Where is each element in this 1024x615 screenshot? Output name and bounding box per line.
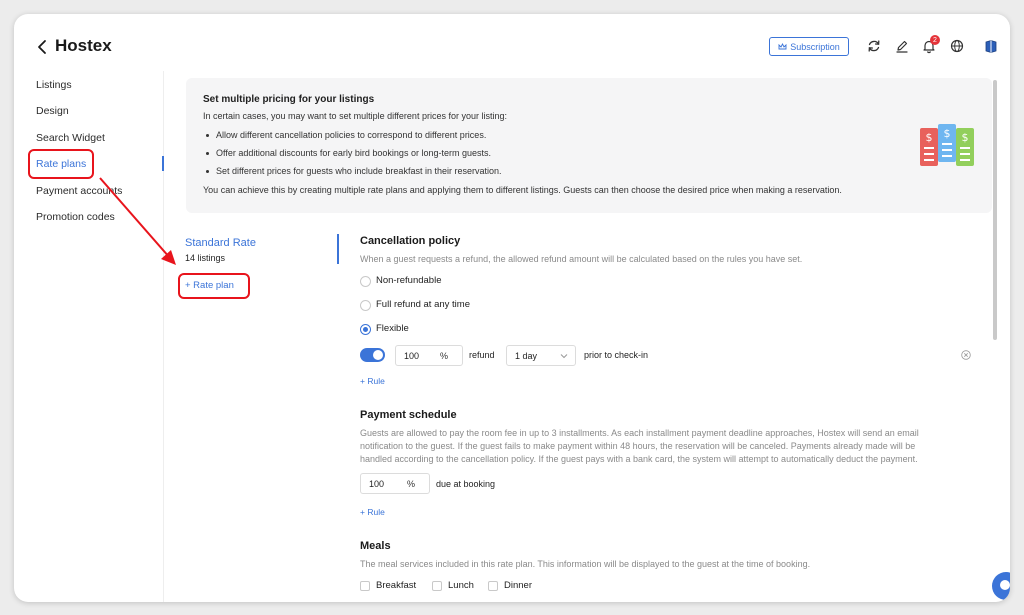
subscription-button[interactable]: Subscription (769, 37, 849, 56)
radio-label: Full refund at any time (376, 299, 470, 310)
booking-percent-unit: % (406, 479, 415, 489)
rate-plan-standard[interactable]: Standard Rate (185, 237, 256, 249)
refund-percent-input[interactable]: 100 % (395, 345, 463, 366)
vertical-scrollbar[interactable] (993, 80, 997, 340)
page-title: Hostex (55, 36, 112, 55)
meals-title: Meals (360, 540, 391, 552)
due-at-booking-label: due at booking (436, 479, 496, 489)
add-cancellation-rule-button[interactable]: + Rule (360, 376, 385, 386)
info-bullet: Offer additional discounts for early bir… (216, 148, 491, 158)
radio-label: Flexible (376, 323, 409, 334)
refund-period-value: 1 day (515, 351, 538, 361)
sidebar-item-payment-accounts[interactable]: Payment accounts (36, 185, 122, 197)
chat-support-button[interactable] (992, 572, 1010, 600)
cancellation-title: Cancellation policy (360, 235, 461, 247)
svg-text:$: $ (962, 131, 969, 144)
active-nav-indicator (162, 156, 164, 171)
sidebar-item-promotion-codes[interactable]: Promotion codes (36, 211, 115, 223)
info-title: Set multiple pricing for your listings (203, 94, 375, 105)
radio-non-refundable[interactable] (360, 276, 371, 287)
book-icon[interactable] (983, 38, 999, 54)
payment-title: Payment schedule (360, 409, 457, 421)
back-chevron-icon[interactable] (34, 38, 50, 56)
refund-period-select[interactable]: 1 day (506, 345, 576, 366)
info-card: Set multiple pricing for your listings I… (186, 78, 992, 213)
subscription-label: Subscription (790, 41, 840, 52)
prior-to-checkin-label: prior to check-in (584, 350, 649, 360)
payment-description-line: handled according to the cancellation po… (360, 454, 918, 464)
rate-plan-listing-count: 14 listings (185, 253, 226, 263)
info-bullet: Set different prices for guests who incl… (216, 166, 502, 176)
info-intro: In certain cases, you may want to set mu… (203, 111, 507, 121)
bullet-dot (206, 170, 209, 173)
payment-description-line: Guests are allowed to pay the room fee i… (360, 428, 919, 438)
refresh-icon[interactable] (866, 38, 882, 54)
remove-rule-icon[interactable] (961, 350, 971, 360)
rule-toggle[interactable] (360, 348, 385, 362)
bullet-dot (206, 152, 209, 155)
annotation-highlight-add-rate-plan (178, 273, 250, 299)
svg-text:$: $ (926, 131, 933, 144)
chevron-down-icon (560, 354, 568, 359)
add-payment-rule-button[interactable]: + Rule (360, 507, 385, 517)
booking-percent-input[interactable]: 100 % (360, 473, 430, 494)
checkbox-dinner[interactable] (488, 581, 498, 591)
svg-text:$: $ (944, 127, 951, 140)
sidebar-item-design[interactable]: Design (36, 105, 69, 117)
meals-description: The meal services included in this rate … (360, 559, 811, 569)
cancellation-description: When a guest requests a refund, the allo… (360, 254, 803, 264)
crown-icon (778, 42, 787, 49)
refund-percent-unit: % (439, 351, 448, 361)
annotation-highlight-rate-plans (28, 149, 94, 179)
payment-description-line: notification to the guest. If the guest … (360, 441, 916, 451)
info-outro: You can achieve this by creating multipl… (203, 185, 842, 195)
sidebar-item-listings[interactable]: Listings (36, 79, 72, 91)
booking-percent-value: 100 (369, 479, 385, 489)
radio-full-refund[interactable] (360, 300, 371, 311)
checkbox-label: Dinner (504, 580, 532, 591)
info-bullet: Allow different cancellation policies to… (216, 130, 487, 140)
refund-percent-value: 100 (404, 351, 420, 361)
globe-icon[interactable] (949, 38, 965, 54)
notification-badge: 2 (930, 35, 940, 45)
sidebar-item-search-widget[interactable]: Search Widget (36, 132, 105, 144)
rate-plan-selected-indicator (337, 234, 339, 264)
radio-flexible[interactable] (360, 324, 371, 335)
checkbox-label: Breakfast (376, 580, 417, 591)
refund-label: refund (469, 350, 495, 360)
radio-label: Non-refundable (376, 275, 442, 286)
pricing-illustration: $ $ $ (920, 124, 974, 166)
edit-icon[interactable] (894, 38, 910, 54)
checkbox-lunch[interactable] (432, 581, 442, 591)
checkbox-label: Lunch (448, 580, 474, 591)
checkbox-breakfast[interactable] (360, 581, 370, 591)
bullet-dot (206, 134, 209, 137)
app-window: Hostex Subscription 2 Listings Design Se… (14, 14, 1010, 602)
